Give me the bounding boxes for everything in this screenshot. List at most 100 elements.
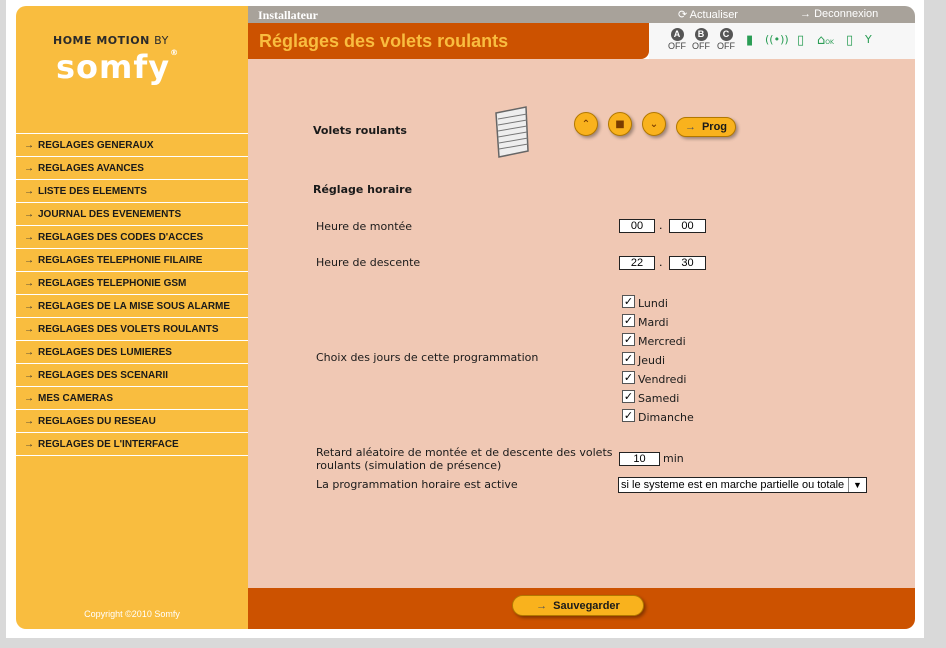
shutter-up-button[interactable]: ⌃ <box>574 112 598 136</box>
sidebar-item-liste-elements[interactable]: → LISTE DES ELEMENTS <box>16 180 248 203</box>
down-minute-input[interactable]: 30 <box>669 256 706 270</box>
sidebar-item-mise-sous-alarme[interactable]: → REGLAGES DE LA MISE SOUS ALARME <box>16 295 248 318</box>
shutters-label: Volets roulants <box>313 124 407 137</box>
zone-a-state: OFF <box>668 41 686 51</box>
down-time-label: Heure de descente <box>316 256 421 269</box>
sidebar-item-telephonie-gsm[interactable]: → REGLAGES TELEPHONIE GSM <box>16 272 248 295</box>
save-button[interactable]: → Sauvegarder <box>512 595 644 616</box>
arrow-right-icon: → <box>684 121 696 133</box>
refresh-icon: ⟳ <box>678 9 688 21</box>
shutter-icon <box>495 106 529 158</box>
chevron-down-icon: ⌄ <box>649 118 659 130</box>
sidebar-item-label: REGLAGES AVANCES <box>38 162 144 174</box>
active-mode-select[interactable]: si le systeme est en marche partielle ou… <box>618 477 867 493</box>
main-content <box>248 59 915 588</box>
logout-link[interactable]: → Deconnexion <box>800 8 878 20</box>
home-ok-icon: ⌂OK <box>817 33 834 48</box>
day-checkbox-mercredi[interactable]: ✓ <box>622 333 635 346</box>
status-bar: A OFF B OFF C OFF ▮ ((•)) ▯ ⌂OK ▯ Y <box>649 23 915 59</box>
sidebar-item-label: REGLAGES GENERAUX <box>38 139 154 151</box>
zone-b-status: B OFF <box>691 28 711 52</box>
arrow-right-icon: → <box>24 139 34 151</box>
day-label: Lundi <box>638 297 668 310</box>
sidebar-item-journal[interactable]: → JOURNAL DES EVENEMENTS <box>16 203 248 226</box>
chevron-up-icon: ⌃ <box>581 118 591 130</box>
sidebar-item-scenarii[interactable]: → REGLAGES DES SCENARII <box>16 364 248 387</box>
arrow-right-icon: → <box>24 438 34 450</box>
shutter-down-button[interactable]: ⌄ <box>642 112 666 136</box>
arrow-right-icon: → <box>24 415 34 427</box>
active-mode-value: si le systeme est en marche partielle ou… <box>621 479 845 491</box>
down-hour-input[interactable]: 22 <box>619 256 655 270</box>
zone-c-icon: C <box>719 28 733 41</box>
sidebar-item-lumieres[interactable]: → REGLAGES DES LUMIERES <box>16 341 248 364</box>
save-label: Sauvegarder <box>553 599 620 612</box>
time-separator: . <box>659 219 663 232</box>
arrow-right-icon: → <box>24 162 34 174</box>
day-label: Mercredi <box>638 335 686 348</box>
wireless-signal-icon: ((•)) <box>765 33 789 46</box>
sidebar-item-reglages-generaux[interactable]: → REGLAGES GENERAUX <box>16 134 248 157</box>
refresh-link[interactable]: ⟳ Actualiser <box>678 8 738 21</box>
delay-label-line2: roulants (simulation de présence) <box>316 459 502 472</box>
day-checkbox-vendredi[interactable]: ✓ <box>622 371 635 384</box>
day-label: Samedi <box>638 392 680 405</box>
day-label: Vendredi <box>638 373 687 386</box>
user-role: Installateur <box>258 8 318 22</box>
battery-icon: ▮ <box>746 33 754 48</box>
shutter-stop-button[interactable]: ■ <box>608 112 632 136</box>
schedule-section-title: Réglage horaire <box>313 183 413 196</box>
day-checkbox-lundi[interactable]: ✓ <box>622 295 635 308</box>
zone-a-status: A OFF <box>667 28 687 52</box>
top-bar: Installateur ⟳ Actualiser → Deconnexion <box>248 6 915 23</box>
sidebar-item-telephonie-filaire[interactable]: → REGLAGES TELEPHONIE FILAIRE <box>16 249 248 272</box>
up-minute-input[interactable]: 00 <box>669 219 706 233</box>
day-checkbox-dimanche[interactable]: ✓ <box>622 409 635 422</box>
arrow-right-icon: → <box>24 254 34 266</box>
arrow-right-icon: → <box>24 185 34 197</box>
arrow-right-icon: → <box>24 277 34 289</box>
sidebar-item-label: REGLAGES DE LA MISE SOUS ALARME <box>38 300 231 312</box>
sidebar-item-label: REGLAGES DES VOLETS ROULANTS <box>38 323 219 335</box>
title-bar: Réglages des volets roulants <box>248 23 649 59</box>
somfy-logo: somfy® <box>56 48 180 86</box>
arrow-right-icon: → <box>24 323 34 335</box>
arrow-right-icon: → <box>24 392 34 404</box>
prog-button[interactable]: → Prog <box>676 117 736 137</box>
sidebar-item-codes-acces[interactable]: → REGLAGES DES CODES D'ACCES <box>16 226 248 249</box>
active-label: La programmation horaire est active <box>316 478 518 491</box>
time-separator: . <box>659 256 663 269</box>
chevron-down-icon: ▼ <box>848 478 866 492</box>
arrow-right-icon: → <box>536 599 548 612</box>
sidebar-item-reseau[interactable]: → REGLAGES DU RESEAU <box>16 410 248 433</box>
arrow-right-icon: → <box>24 346 34 358</box>
day-checkbox-samedi[interactable]: ✓ <box>622 390 635 403</box>
refresh-label: Actualiser <box>689 9 738 21</box>
delay-unit: min <box>663 452 684 465</box>
sidebar-item-interface[interactable]: → REGLAGES DE L'INTERFACE <box>16 433 248 456</box>
sidebar-item-label: JOURNAL DES EVENEMENTS <box>38 208 182 220</box>
brand-tagline: HOME MOTION BY <box>53 34 169 47</box>
zone-b-icon: B <box>694 28 708 41</box>
arrow-right-icon: → <box>24 369 34 381</box>
sidebar-item-label: REGLAGES DU RESEAU <box>38 415 156 427</box>
sidebar-item-label: REGLAGES DES CODES D'ACCES <box>38 231 204 243</box>
day-checkbox-jeudi[interactable]: ✓ <box>622 352 635 365</box>
delay-input[interactable]: 10 <box>619 452 660 466</box>
day-checkbox-mardi[interactable]: ✓ <box>622 314 635 327</box>
zone-a-icon: A <box>670 28 684 41</box>
sidebar-item-reglages-avances[interactable]: → REGLAGES AVANCES <box>16 157 248 180</box>
sidebar-item-label: REGLAGES DES LUMIERES <box>38 346 172 358</box>
prog-label: Prog <box>701 121 728 133</box>
sidebar-item-volets-roulants[interactable]: → REGLAGES DES VOLETS ROULANTS <box>16 318 248 341</box>
sidebar-item-cameras[interactable]: → MES CAMERAS <box>16 387 248 410</box>
sidebar-nav: → REGLAGES GENERAUX → REGLAGES AVANCES → LI… <box>16 133 248 456</box>
sidebar: HOME MOTION BY somfy® → REGLAGES GENERAUX… <box>16 6 248 629</box>
up-hour-input[interactable]: 00 <box>619 219 655 233</box>
zone-b-state: OFF <box>692 41 710 51</box>
arrow-right-icon: → <box>24 231 34 243</box>
sidebar-item-label: REGLAGES DES SCENARII <box>38 369 169 381</box>
sidebar-item-label: REGLAGES TELEPHONIE GSM <box>38 277 187 289</box>
zone-c-status: C OFF <box>716 28 736 52</box>
sensor-icon: ▯ <box>846 33 854 48</box>
